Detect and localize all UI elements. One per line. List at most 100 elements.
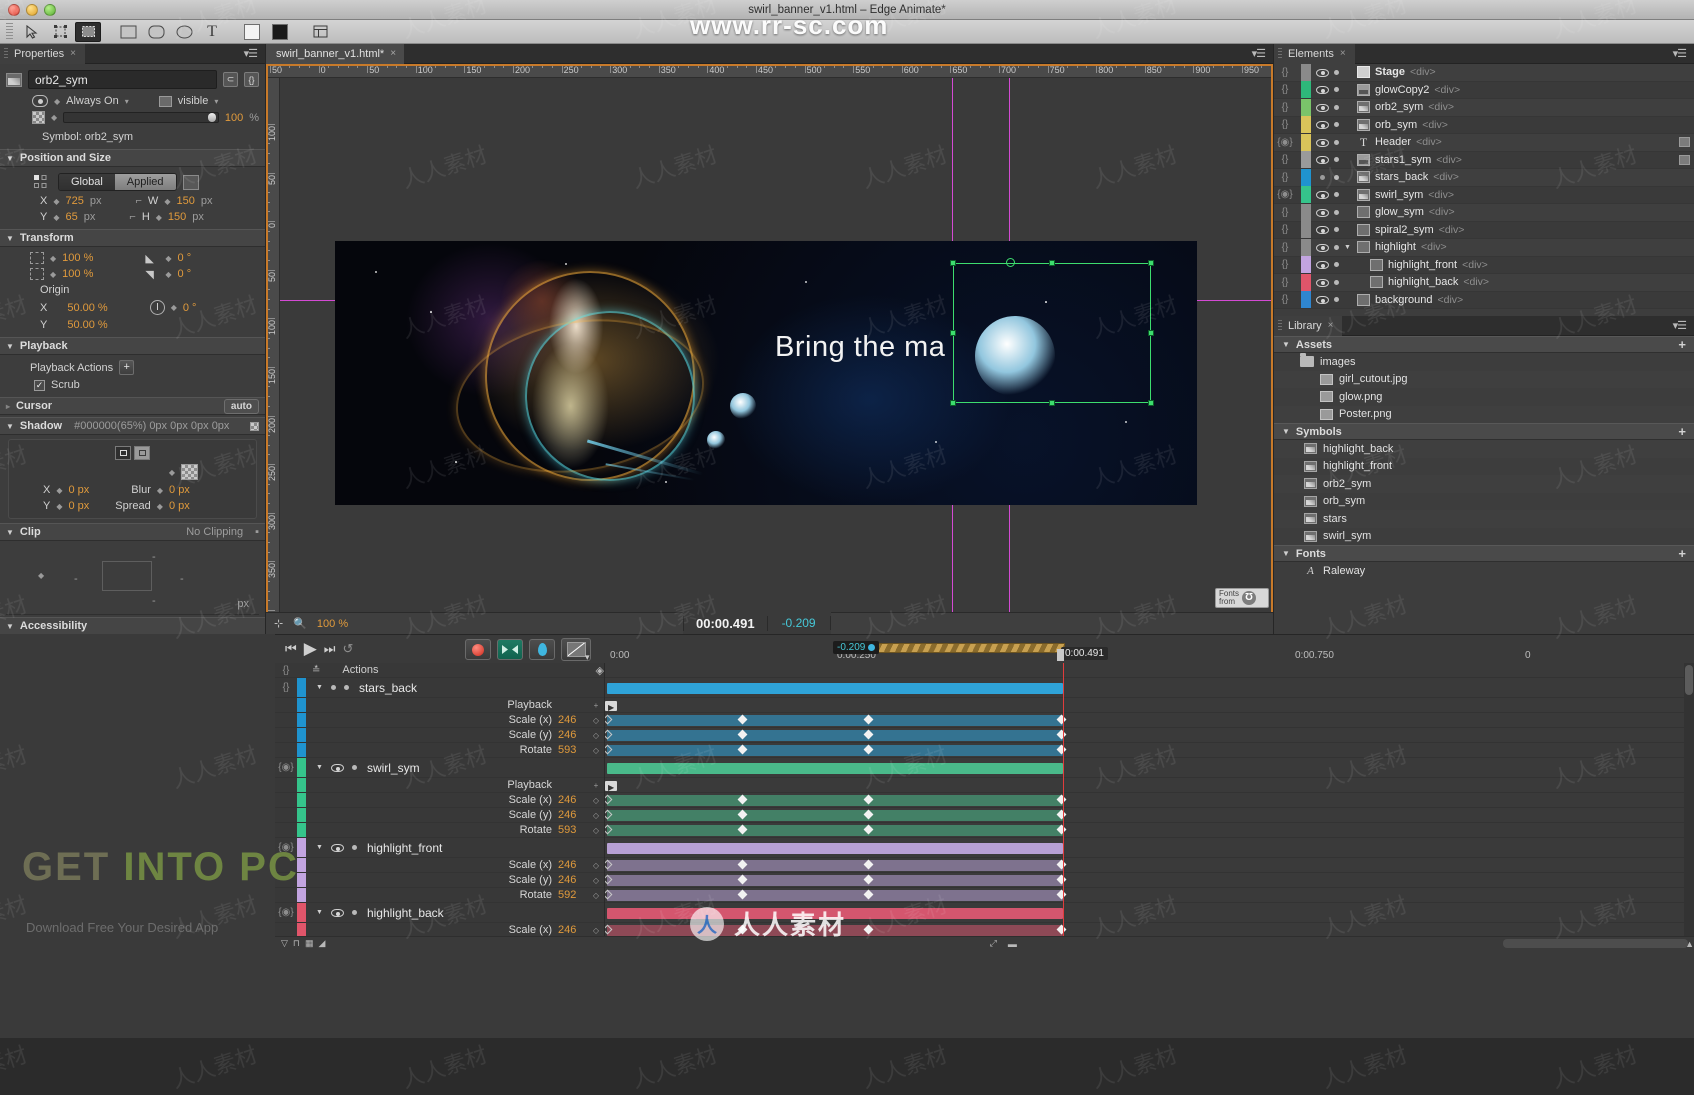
h-value[interactable]: 150: [168, 211, 186, 223]
eye-icon[interactable]: [1316, 223, 1329, 236]
property-span[interactable]: [607, 875, 1063, 886]
element-row-Stage[interactable]: {}Stage<div>: [1274, 64, 1694, 82]
property-keyframe-icon[interactable]: ◇: [588, 731, 604, 740]
chevron-down-icon[interactable]: ▾: [125, 97, 129, 106]
shadow-color-picker[interactable]: [181, 464, 198, 480]
element-actions-icon[interactable]: {}: [1274, 102, 1296, 113]
skew-y-value[interactable]: 0 °: [178, 268, 192, 280]
element-actions-icon[interactable]: {◉}: [1274, 189, 1296, 200]
header-text[interactable]: Bring the ma: [775, 331, 945, 364]
property-keyframe-icon[interactable]: ◇: [588, 746, 604, 755]
cursor-value[interactable]: auto: [224, 399, 259, 414]
track-header-highlight_front[interactable]: {◉}▼highlight_front: [275, 838, 604, 858]
property-value[interactable]: 246: [558, 924, 588, 936]
shadow-color-keyframe-icon[interactable]: ◆: [169, 468, 175, 477]
property-track-scalex[interactable]: [605, 923, 1694, 936]
timeline-track-headers[interactable]: {}≛Actions◈{}▼stars_backPlayback+Scale (…: [275, 663, 605, 936]
section-position-and-size[interactable]: ▼ Position and Size: [0, 149, 265, 167]
element-actions-icon[interactable]: {}: [1274, 172, 1296, 183]
ease-handle-icon[interactable]: [868, 644, 875, 651]
track-header-highlight_back[interactable]: {◉}▼highlight_back: [275, 903, 604, 923]
property-track-scalex[interactable]: [605, 858, 1694, 873]
layout-tool-button[interactable]: [307, 22, 333, 42]
disclosure-triangle-icon[interactable]: ▼: [316, 684, 323, 691]
element-row-highlight[interactable]: {}▼highlight<div>: [1274, 239, 1694, 257]
property-value[interactable]: 246: [558, 874, 588, 886]
eye-icon[interactable]: [32, 95, 48, 107]
shadow-color-swatch[interactable]: [250, 422, 259, 431]
eye-icon[interactable]: [1316, 206, 1329, 219]
w-value[interactable]: 150: [176, 195, 194, 207]
clip-preview[interactable]: - - - - ◆ px: [6, 543, 259, 615]
tab-elements[interactable]: Elements ×: [1274, 44, 1355, 64]
property-keyframe-icon[interactable]: ◇: [588, 796, 604, 805]
disclosure-triangle-icon[interactable]: ▼: [1282, 549, 1290, 558]
window-controls[interactable]: [8, 4, 56, 16]
eye-icon[interactable]: [1316, 241, 1329, 254]
property-value[interactable]: 593: [558, 744, 588, 756]
timeline-actions-header[interactable]: {}≛Actions◈: [275, 663, 604, 678]
timeline-ruler[interactable]: 0:000:00.2500:00.4910:00.7500-0.2090:00.…: [605, 635, 1694, 663]
scrub-checkbox[interactable]: ✓: [34, 380, 45, 391]
library-fonts-section[interactable]: ▼Fonts+: [1274, 545, 1694, 562]
document-tab[interactable]: swirl_banner_v1.html* ×: [266, 44, 404, 64]
track-lock-dot-icon[interactable]: [352, 910, 357, 915]
visible-label[interactable]: visible: [178, 95, 209, 107]
rectangle-marquee-tool-button[interactable]: [75, 22, 101, 42]
property-span[interactable]: [607, 810, 1063, 821]
track-bar-highlight_back[interactable]: [605, 903, 1694, 923]
eye-icon[interactable]: [1316, 136, 1329, 149]
zoom-fit-icon[interactable]: ◢: [318, 938, 325, 949]
shadow-inner-button[interactable]: [134, 446, 150, 460]
eye-icon[interactable]: [331, 841, 344, 854]
tab-library[interactable]: Library ×: [1274, 316, 1342, 336]
property-track-scaley[interactable]: [605, 808, 1694, 823]
track-bar-highlight_front[interactable]: [605, 838, 1694, 858]
property-keyframe-icon[interactable]: ◇: [588, 876, 604, 885]
zoom-icon[interactable]: 🔍: [293, 617, 307, 630]
element-row-orb2_sym[interactable]: {}orb2_sym<div>: [1274, 99, 1694, 117]
disclosure-triangle-icon-playback[interactable]: ▼: [6, 342, 14, 351]
property-span[interactable]: [607, 860, 1063, 871]
track-header-stars_back[interactable]: {}▼stars_back: [275, 678, 604, 698]
disclosure-triangle-icon-clip[interactable]: ▼: [6, 528, 14, 537]
section-accessibility[interactable]: ▼ Accessibility: [0, 617, 265, 634]
property-row-rotate[interactable]: Rotate593◇: [275, 743, 604, 758]
track-lock-dot-icon[interactable]: [352, 765, 357, 770]
element-row-Header[interactable]: {◉}THeader<div>: [1274, 134, 1694, 152]
timeline-vertical-scrollbar[interactable]: [1684, 663, 1694, 936]
scale-y-value[interactable]: 100 %: [62, 268, 93, 280]
property-value[interactable]: 246: [558, 729, 588, 741]
shadow-spread-keyframe-icon[interactable]: ◆: [157, 502, 163, 511]
eye-icon[interactable]: [1316, 293, 1329, 306]
property-keyframe-icon[interactable]: +: [588, 701, 604, 710]
layout-preset-icon[interactable]: [183, 175, 199, 190]
property-span[interactable]: [607, 890, 1063, 901]
property-value[interactable]: 246: [558, 859, 588, 871]
add-library-fonts-section-button[interactable]: +: [1678, 546, 1686, 561]
eye-icon[interactable]: [331, 906, 344, 919]
element-actions-icon[interactable]: {}: [1274, 67, 1296, 78]
property-track-scaley[interactable]: [605, 873, 1694, 888]
library-item[interactable]: glow.png: [1274, 388, 1694, 406]
rotate-keyframe-icon[interactable]: ◆: [171, 303, 177, 312]
selection-handle-tl[interactable]: [950, 260, 956, 266]
element-actions-icon[interactable]: {}: [1274, 224, 1296, 235]
stage-canvas[interactable]: Bring the ma: [280, 78, 1273, 612]
x-keyframe-icon[interactable]: ◆: [53, 197, 59, 206]
element-lock-dot-icon[interactable]: [1334, 210, 1339, 215]
eye-icon[interactable]: [1316, 101, 1329, 114]
add-playback-action-button[interactable]: +: [119, 360, 134, 375]
go-to-end-button[interactable]: ⏭: [324, 641, 336, 657]
track-actions-icon[interactable]: {}: [275, 682, 297, 693]
element-row-stars1_sym[interactable]: {}stars1_sym<div>: [1274, 152, 1694, 170]
property-row-scalex[interactable]: Scale (x)246◇: [275, 713, 604, 728]
skew-y-keyframe-icon[interactable]: ◆: [165, 270, 171, 279]
fonts-from-typekit-badge[interactable]: Fonts from Ʊ: [1215, 588, 1269, 608]
collapse-all-icon[interactable]: ≛: [312, 665, 320, 676]
element-actions-icon[interactable]: {}: [1274, 119, 1296, 130]
track-bar-swirl_sym[interactable]: [605, 758, 1694, 778]
close-window-button[interactable]: [8, 4, 20, 16]
property-value[interactable]: 592: [558, 889, 588, 901]
library-body[interactable]: ▼Assets+imagesgirl_cutout.jpgglow.pngPos…: [1274, 336, 1694, 580]
